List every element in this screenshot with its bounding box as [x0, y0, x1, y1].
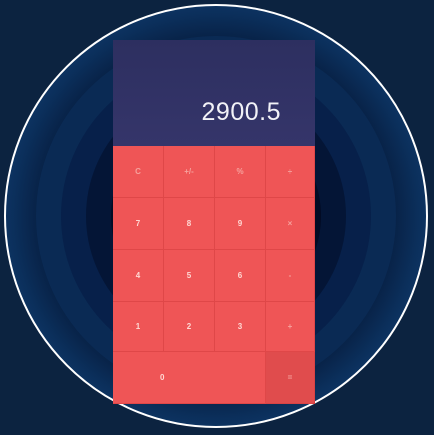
multiply-button[interactable]: × [266, 198, 315, 250]
subtract-button[interactable]: - [266, 250, 315, 302]
digit-9-button[interactable]: 9 [215, 198, 266, 250]
digit-0-button[interactable]: 0 [113, 352, 266, 404]
calculator-app: 2900.5 C +/- % ÷ 7 8 9 × 4 5 6 - 1 2 3 +… [113, 40, 315, 404]
digit-3-button[interactable]: 3 [215, 302, 266, 352]
app-stage: 2900.5 C +/- % ÷ 7 8 9 × 4 5 6 - 1 2 3 +… [0, 0, 434, 435]
clear-button[interactable]: C [113, 146, 164, 198]
digit-7-button[interactable]: 7 [113, 198, 164, 250]
digit-5-button[interactable]: 5 [164, 250, 215, 302]
calculator-display: 2900.5 [113, 40, 315, 146]
digit-8-button[interactable]: 8 [164, 198, 215, 250]
equals-button[interactable]: = [266, 352, 315, 404]
add-button[interactable]: + [266, 302, 315, 352]
digit-2-button[interactable]: 2 [164, 302, 215, 352]
display-value: 2900.5 [201, 98, 281, 126]
divide-button[interactable]: ÷ [266, 146, 315, 198]
keypad: C +/- % ÷ 7 8 9 × 4 5 6 - 1 2 3 + 0 = [113, 146, 315, 404]
digit-4-button[interactable]: 4 [113, 250, 164, 302]
digit-6-button[interactable]: 6 [215, 250, 266, 302]
percent-button[interactable]: % [215, 146, 266, 198]
sign-toggle-button[interactable]: +/- [164, 146, 215, 198]
digit-1-button[interactable]: 1 [113, 302, 164, 352]
